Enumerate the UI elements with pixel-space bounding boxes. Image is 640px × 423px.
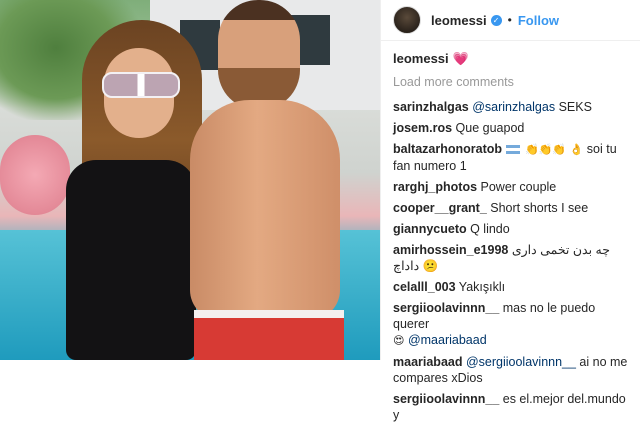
argentina-flag-icon [505,145,520,155]
comment-username[interactable]: sarinzhalgas [393,100,469,114]
comment-item: josem.ros Que guapod [393,120,628,136]
comment-item: rarghj_photos Power couple [393,179,628,195]
post-photo[interactable] [0,0,380,360]
comment-username[interactable]: sergiioolavinnn__ [393,392,499,406]
follow-button[interactable]: Follow [518,13,559,28]
man-figure [180,0,370,360]
comment-mention[interactable]: @maariabaad [408,333,487,347]
comment-username[interactable]: josem.ros [393,121,452,135]
comment-username[interactable]: cooper__grant_ [393,201,487,215]
comment-text: Yakışıklı [455,280,506,294]
comment-item: amirhossein_e1998 چه بدن تخمی داری داداچ… [393,242,628,274]
comment-item: sarinzhalgas @sarinzhalgas SEKS [393,99,628,115]
black-dress [66,160,196,360]
comment-username[interactable]: maariabaad [393,355,462,369]
comment-username[interactable]: amirhossein_e1998 [393,243,508,257]
comment-text: Q lindo [466,222,510,236]
comment-item: celalll_003 Yakışıklı [393,279,628,295]
clapping-hands-icon: 👏👏👏 [525,143,567,156]
comment-text: Que guapod [452,121,525,135]
instagram-post: leomessi ✓ • Follow leomessi 💗 Load more … [0,0,640,422]
comment-username[interactable]: sergiioolavinnn__ [393,301,499,315]
header-username[interactable]: leomessi [431,13,487,28]
separator-dot: • [507,13,512,27]
comments-list: leomessi 💗 Load more comments sarinzhalga… [381,41,640,423]
comment-username[interactable]: giannycueto [393,222,467,236]
man-head [218,0,300,110]
heart-eyes-emoji-icon: 😍 [393,334,405,347]
comment-text: Short shorts I see [486,201,589,215]
comment-item: giannycueto Q lindo [393,221,628,237]
man-torso [190,100,340,320]
comments-panel: leomessi ✓ • Follow leomessi 💗 Load more … [380,0,640,422]
comment-text: Power couple [477,180,557,194]
load-more-comments-button[interactable]: Load more comments [393,75,628,89]
comment-mention[interactable]: @sergiioolavinnn__ [466,355,576,369]
ok-hand-icon: 👌 [569,143,584,156]
red-shorts [194,310,344,360]
comment-text: SEKS [555,100,592,114]
post-caption: leomessi 💗 [393,51,628,67]
comment-item: maariabaad @sergiioolavinnn__ ai no me c… [393,354,628,386]
comment-item: cooper__grant_ Short shorts I see [393,200,628,216]
comment-item: baltazarhonoratob 👏👏👏 👌 soi tu fan numer… [393,141,628,174]
profile-avatar[interactable] [393,6,421,34]
verified-badge-icon: ✓ [490,14,502,26]
comment-mention[interactable]: @sarinzhalgas [472,100,555,114]
comment-item: sergiioolavinnn__ mas no le puedo querer… [393,300,628,349]
post-header: leomessi ✓ • Follow [381,0,640,41]
pink-heart-icon: 💗 [452,52,469,67]
caption-username[interactable]: leomessi [393,51,449,66]
comment-username[interactable]: rarghj_photos [393,180,477,194]
comment-username[interactable]: celalll_003 [393,280,456,294]
comment-item: sergiioolavinnn__ es el.mejor del.mundo … [393,391,628,423]
sunglasses [102,72,180,98]
comment-username[interactable]: baltazarhonoratob [393,142,502,156]
